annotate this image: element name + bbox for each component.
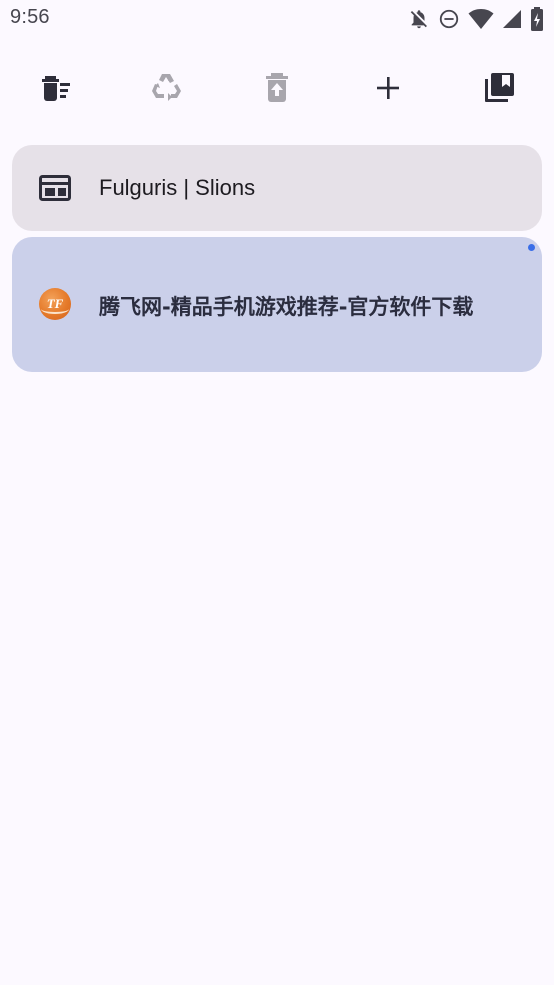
tab-item-tengfei[interactable]: TF 腾飞网-精品手机游戏推荐-官方软件下载 <box>12 237 542 372</box>
tf-logo: TF <box>39 288 71 320</box>
web-page-icon <box>38 171 72 205</box>
do-not-disturb-icon <box>438 8 460 30</box>
clear-all-icon <box>39 73 73 103</box>
signal-icon <box>502 9 522 29</box>
tab-item-fulguris[interactable]: Fulguris | Slions <box>12 145 542 231</box>
tabs-toolbar <box>0 60 554 116</box>
battery-charging-icon <box>530 7 544 31</box>
library-bookmarks-icon <box>482 71 516 105</box>
wifi-icon <box>468 8 494 30</box>
restore-from-trash-icon <box>263 72 291 104</box>
status-time: 9:56 <box>10 6 50 28</box>
notifications-off-icon <box>408 8 430 30</box>
status-bar: 9:56 <box>0 0 554 38</box>
restore-closed-tab-button[interactable] <box>255 66 299 110</box>
status-icons <box>408 6 544 32</box>
new-tab-button[interactable] <box>366 66 410 110</box>
recycle-icon <box>149 71 183 105</box>
tab-title: 腾飞网-精品手机游戏推荐-官方软件下载 <box>99 295 474 319</box>
tab-title: Fulguris | Slions <box>99 175 256 200</box>
bookmarks-button[interactable] <box>477 66 521 110</box>
tf-logo-icon: TF <box>38 287 72 321</box>
plus-icon <box>375 75 401 101</box>
active-tab-indicator <box>528 244 535 251</box>
close-all-tabs-button[interactable] <box>34 66 78 110</box>
recycle-button[interactable] <box>144 66 188 110</box>
